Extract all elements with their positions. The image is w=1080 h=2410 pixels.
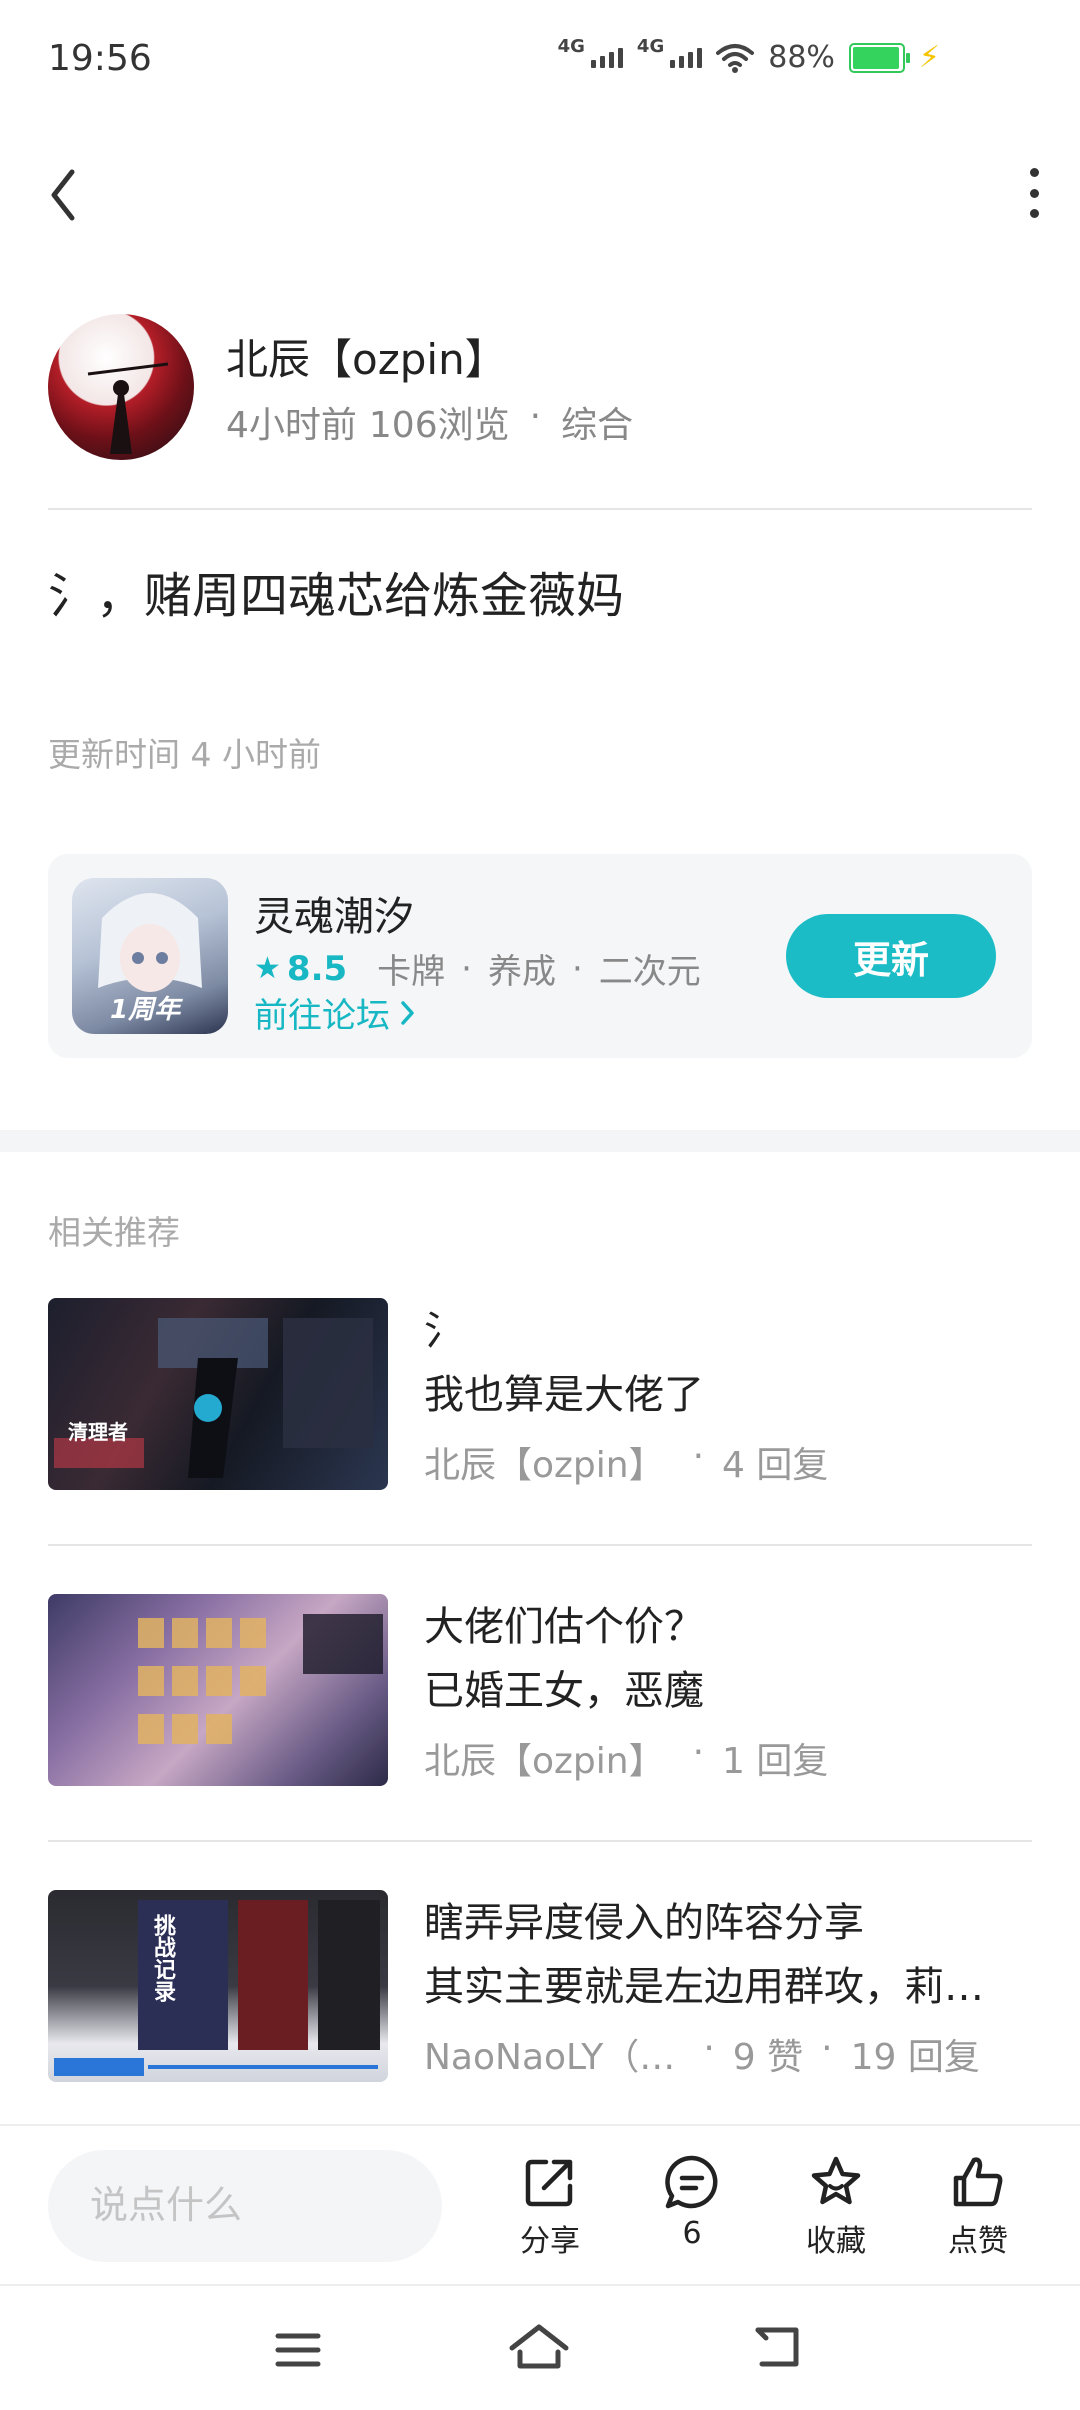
thumbs-up-icon xyxy=(953,2157,1003,2207)
game-tag: 卡牌 xyxy=(377,952,446,992)
tag-separator: · xyxy=(461,948,472,989)
post-meta: 4小时前 106浏览 · 综合 xyxy=(226,396,633,448)
back-nav-icon[interactable] xyxy=(752,2324,804,2370)
charging-icon: ⚡ xyxy=(918,40,940,75)
tag-separator: · xyxy=(571,948,583,989)
avatar[interactable] xyxy=(48,314,194,460)
anniversary-badge: 1周年 xyxy=(110,995,181,1025)
post-category: 综合 xyxy=(561,405,634,446)
game-name[interactable]: 灵魂潮汐 xyxy=(254,884,414,942)
item-meta: 北辰【ozpin】 · 1 回复 xyxy=(424,1732,828,1784)
divider xyxy=(48,508,1032,510)
comment-button[interactable]: 6 xyxy=(632,2154,752,2251)
meta-separator: · xyxy=(821,2028,833,2069)
star-icon: ★ xyxy=(254,951,281,986)
more-options-icon[interactable] xyxy=(1024,168,1044,218)
post-time: 4小时前 xyxy=(226,405,357,446)
section-divider xyxy=(0,1130,1080,1152)
update-time: 更新时间 4 小时前 xyxy=(48,735,321,774)
comment-count: 6 xyxy=(682,2216,702,2251)
list-item[interactable]: 大佬们估个价？ 已婚王女，恶魔 北辰【ozpin】 · 1 回复 xyxy=(48,1594,1032,1786)
star-outline-icon xyxy=(811,2156,861,2205)
game-rating: 8.5 xyxy=(286,948,348,989)
author-name[interactable]: 北辰【ozpin】 xyxy=(226,326,507,387)
thumbnail[interactable] xyxy=(48,1594,388,1786)
item-replies: 19 回复 xyxy=(850,2037,980,2078)
battery-percent: 88% xyxy=(768,40,835,75)
home-icon[interactable] xyxy=(508,2322,570,2372)
thumbnail[interactable]: 挑战记录 xyxy=(48,1890,388,2082)
thumbnail-text: 清理者 xyxy=(68,1420,128,1444)
item-author: 北辰【ozpin】 xyxy=(424,1741,665,1782)
network-label: 4G xyxy=(557,35,585,57)
game-tag: 二次元 xyxy=(598,952,701,992)
item-author: 北辰【ozpin】 xyxy=(424,1445,665,1486)
share-icon xyxy=(525,2159,573,2207)
battery-icon xyxy=(848,42,910,73)
comment-input[interactable] xyxy=(48,2150,442,2262)
item-subtitle: 我也算是大佬了 xyxy=(424,1372,704,1418)
system-nav-bar xyxy=(0,2284,1080,2410)
item-replies: 1 回复 xyxy=(722,1741,829,1782)
comment-bubble-icon xyxy=(665,2155,718,2209)
thumbnail[interactable]: 清理者 xyxy=(48,1298,388,1490)
item-title: 大佬们估个价？ xyxy=(424,1604,704,1650)
item-subtitle: 已婚王女，恶魔 xyxy=(424,1668,704,1714)
game-card[interactable]: 1周年 灵魂潮汐 ★ 8.5 卡牌 · 养成 · 二次元 前往论坛 更新 xyxy=(48,854,1032,1058)
post-title: 氵，赌周四魂芯给炼金薇妈 xyxy=(48,568,625,624)
favorite-label: 收藏 xyxy=(806,2224,866,2259)
signal-icon: 4G xyxy=(637,37,703,68)
chevron-right-icon xyxy=(401,1000,414,1025)
back-arrow-icon[interactable] xyxy=(40,160,90,230)
favorite-button[interactable]: 收藏 xyxy=(776,2154,896,2260)
forum-link-label: 前往论坛 xyxy=(254,996,390,1036)
update-button[interactable]: 更新 xyxy=(786,914,996,998)
item-subtitle: 其实主要就是左边用群攻，莉… xyxy=(424,1964,984,2010)
wifi-icon xyxy=(716,43,755,73)
item-meta: 北辰【ozpin】 · 4 回复 xyxy=(424,1436,828,1488)
menu-icon[interactable] xyxy=(274,2330,322,2370)
forum-link[interactable]: 前往论坛 xyxy=(254,988,416,1037)
item-author: NaoNaoLY（… xyxy=(424,2037,676,2078)
signal-icon: 4G xyxy=(558,37,623,68)
meta-separator: · xyxy=(529,396,542,437)
list-item[interactable]: 清理者 氵 我也算是大佬了 北辰【ozpin】 · 4 回复 xyxy=(48,1298,1032,1490)
divider xyxy=(48,1544,1032,1546)
item-meta: NaoNaoLY（… · 9 赞 · 19 回复 xyxy=(424,2028,980,2080)
game-meta: ★ 8.5 卡牌 · 养成 · 二次元 xyxy=(254,944,701,993)
status-time: 19:56 xyxy=(48,38,152,79)
thumbnail-text: 挑战记录 xyxy=(150,1914,175,2002)
divider xyxy=(48,1840,1032,1842)
item-replies: 4 回复 xyxy=(722,1445,829,1486)
item-title: 氵 xyxy=(424,1308,464,1354)
view-count: 106浏览 xyxy=(368,405,510,446)
network-label: 4G xyxy=(636,35,665,57)
like-button[interactable]: 点赞 xyxy=(918,2154,1038,2260)
status-indicators: 4G 4G 88% ⚡ xyxy=(558,37,940,75)
game-tag: 养成 xyxy=(487,952,556,992)
meta-separator: · xyxy=(692,1732,705,1773)
share-button[interactable]: 分享 xyxy=(490,2154,610,2260)
recommend-section-title: 相关推荐 xyxy=(48,1213,180,1252)
list-item[interactable]: 挑战记录 瞎弄异度侵入的阵容分享 其实主要就是左边用群攻，莉… NaoNaoLY… xyxy=(48,1890,1032,2082)
meta-separator: · xyxy=(692,1436,705,1477)
item-likes: 9 赞 xyxy=(732,2037,804,2078)
share-label: 分享 xyxy=(520,2224,580,2259)
like-label: 点赞 xyxy=(948,2224,1008,2259)
game-icon[interactable]: 1周年 xyxy=(72,878,228,1034)
item-title: 瞎弄异度侵入的阵容分享 xyxy=(424,1900,864,1946)
meta-separator: · xyxy=(703,2028,715,2069)
bottom-action-bar: 分享 6 收藏 点赞 xyxy=(0,2124,1080,2286)
